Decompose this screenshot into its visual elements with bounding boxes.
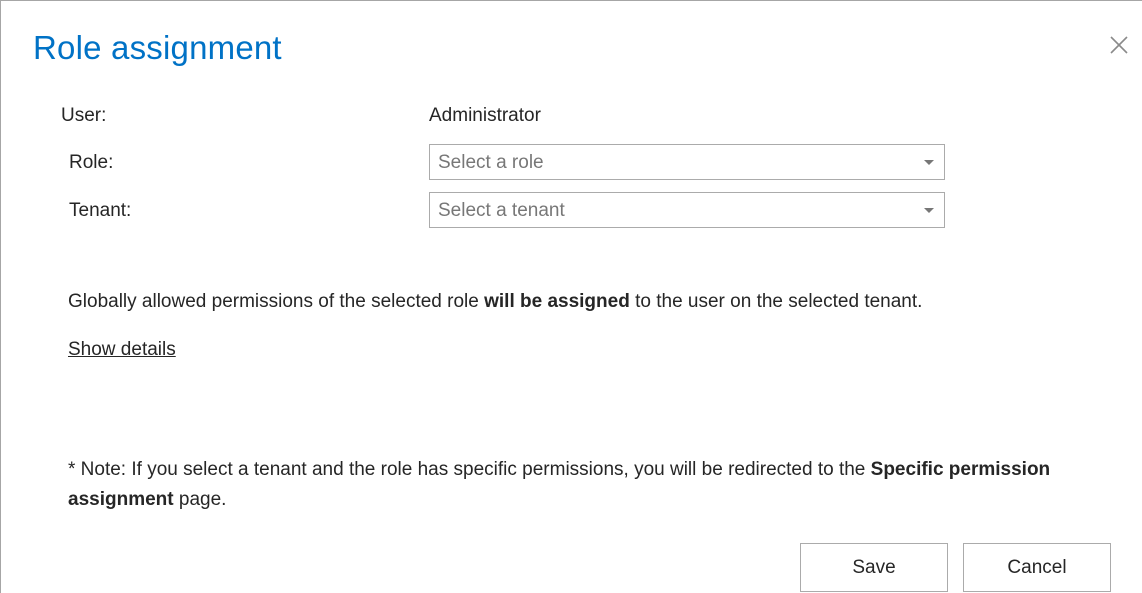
save-button[interactable]: Save bbox=[800, 543, 948, 592]
info-text-start: Globally allowed permissions of the sele… bbox=[68, 291, 485, 312]
close-icon[interactable] bbox=[1105, 31, 1133, 59]
show-details-link[interactable]: Show details bbox=[68, 339, 176, 361]
note-text: * Note: If you select a tenant and the r… bbox=[68, 455, 1108, 515]
dialog-title: Role assignment bbox=[33, 29, 282, 66]
role-assignment-dialog: Role assignment User: Administrator Role… bbox=[0, 0, 1142, 593]
user-value: Administrator bbox=[429, 105, 541, 126]
info-text-end: to the user on the selected tenant. bbox=[629, 291, 923, 312]
info-text-bold: will be assigned bbox=[484, 291, 630, 312]
cancel-button[interactable]: Cancel bbox=[963, 543, 1111, 592]
tenant-select-placeholder: Select a tenant bbox=[438, 200, 565, 221]
chevron-down-icon bbox=[924, 160, 934, 165]
role-label: Role: bbox=[69, 152, 114, 173]
role-select-placeholder: Select a role bbox=[438, 152, 544, 173]
tenant-label: Tenant: bbox=[69, 200, 132, 221]
chevron-down-icon bbox=[924, 208, 934, 213]
tenant-select[interactable]: Select a tenant bbox=[429, 192, 945, 228]
note-text-end: page. bbox=[173, 489, 227, 510]
user-label: User: bbox=[61, 105, 107, 126]
note-text-start: * Note: If you select a tenant and the r… bbox=[68, 459, 871, 480]
role-select[interactable]: Select a role bbox=[429, 144, 945, 180]
permissions-info-text: Globally allowed permissions of the sele… bbox=[68, 287, 922, 317]
